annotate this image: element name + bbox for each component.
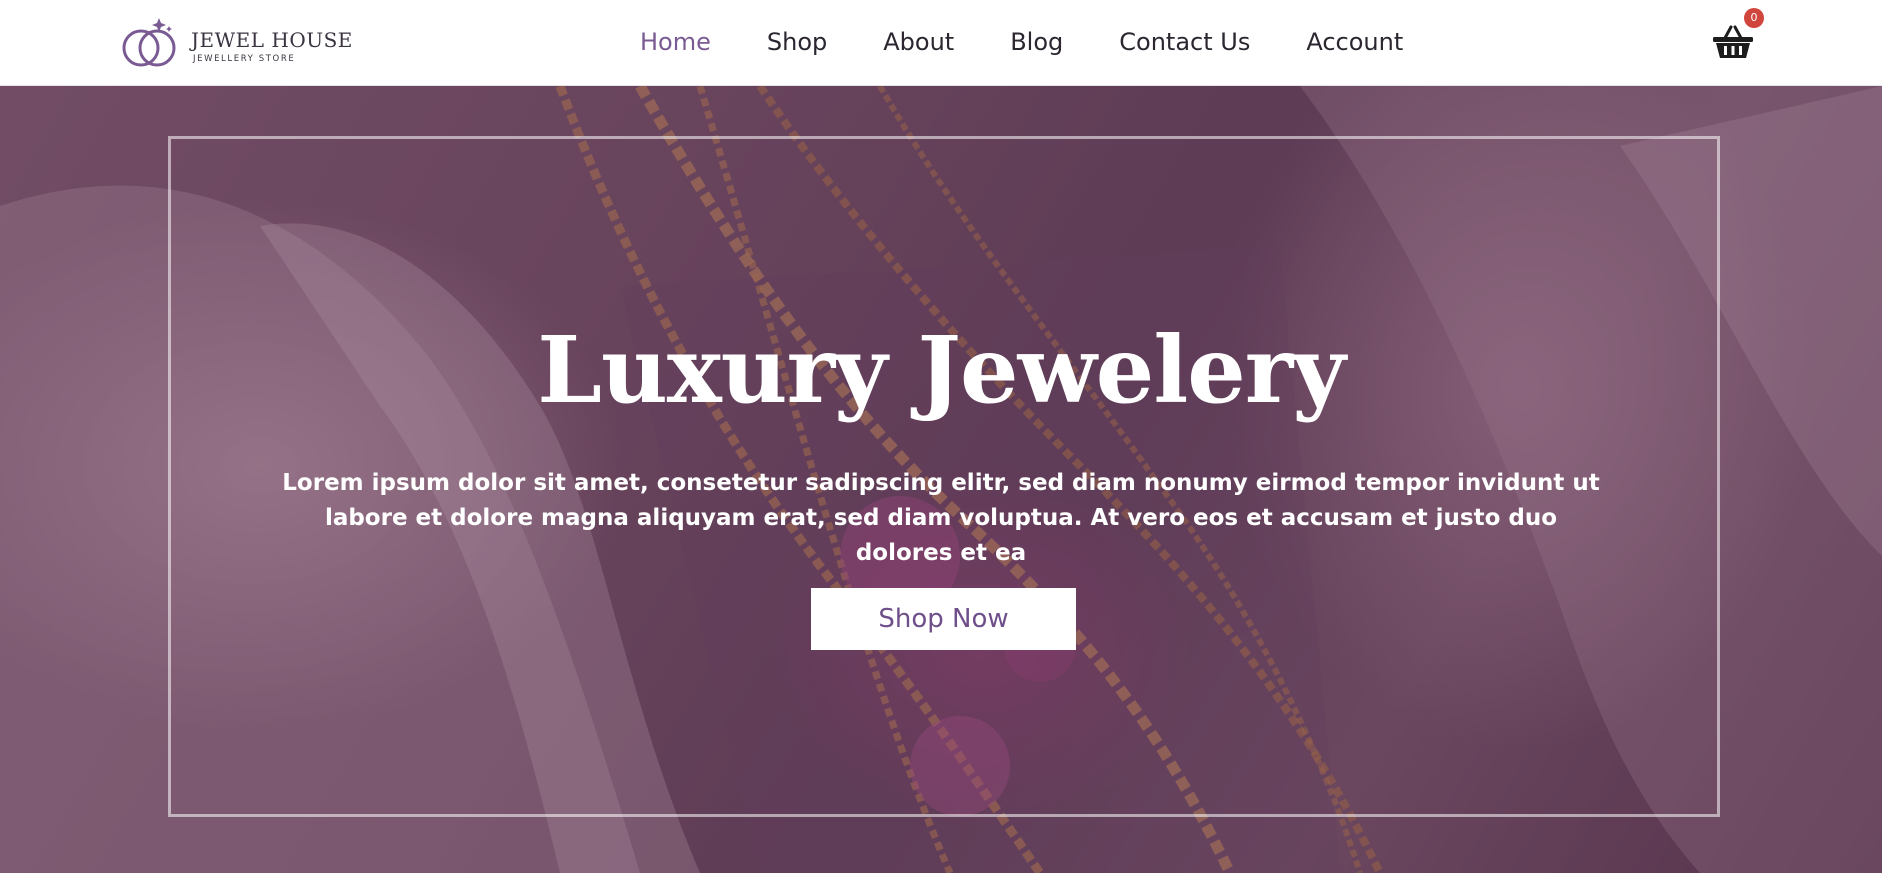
- cart-count-badge: 0: [1744, 8, 1764, 28]
- nav-item-account[interactable]: Account: [1306, 22, 1403, 62]
- interlocked-rings-icon: [122, 18, 176, 67]
- nav-item-home[interactable]: Home: [640, 22, 711, 62]
- site-header: JEWEL HOUSE JEWELLERY STORE Home Shop Ab…: [0, 0, 1882, 86]
- hero-banner: Luxury Jewelery Lorem ipsum dolor sit am…: [0, 86, 1882, 873]
- brand-logo-link[interactable]: JEWEL HOUSE JEWELLERY STORE: [119, 12, 352, 72]
- nav-item-shop[interactable]: Shop: [767, 22, 827, 62]
- shop-now-button[interactable]: Shop Now: [811, 588, 1076, 650]
- nav-item-contact-us[interactable]: Contact Us: [1119, 22, 1250, 62]
- hero-description: Lorem ipsum dolor sit amet, consetetur s…: [282, 470, 1600, 566]
- brand-tagline: JEWELLERY STORE: [193, 54, 296, 64]
- basket-icon: [1713, 25, 1753, 58]
- nav-item-blog[interactable]: Blog: [1010, 22, 1063, 62]
- main-nav: Home Shop About Blog Contact Us Account: [640, 22, 1403, 62]
- brand-name: JEWEL HOUSE: [191, 28, 353, 52]
- cart-button[interactable]: 0: [1710, 8, 1766, 64]
- nav-item-about[interactable]: About: [883, 22, 954, 62]
- hero-title: Luxury Jewelery: [537, 316, 1345, 424]
